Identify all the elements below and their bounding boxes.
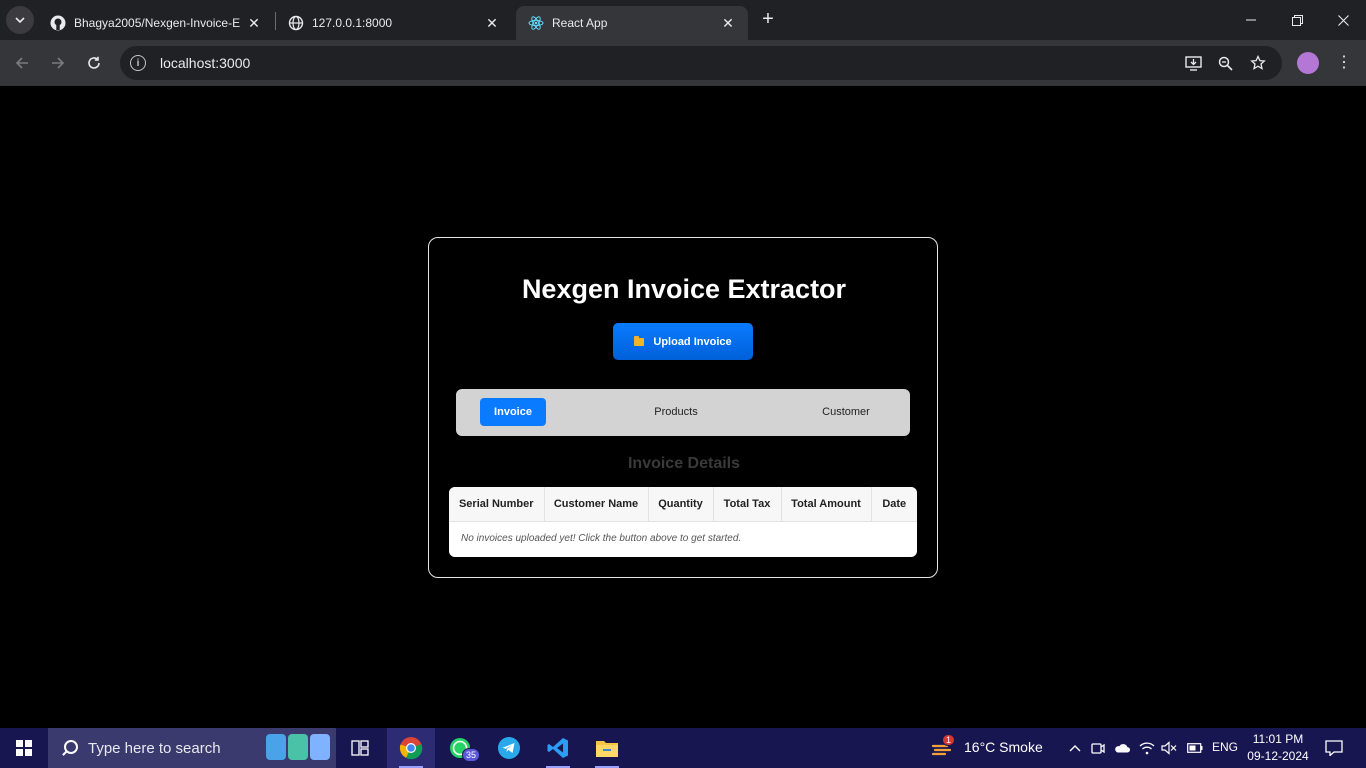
profile-avatar[interactable] xyxy=(1297,52,1319,74)
chevron-down-icon xyxy=(15,17,25,23)
invoice-table: Serial Number Customer Name Quantity Tot… xyxy=(449,487,917,557)
taskbar-whatsapp[interactable]: 35 xyxy=(436,728,484,768)
windows-taskbar: Type here to search 35 1 16°C Smoke ENG … xyxy=(0,728,1366,768)
clock-time: 11:01 PM xyxy=(1252,732,1304,746)
restore-button[interactable] xyxy=(1274,0,1320,40)
taskbar-telegram[interactable] xyxy=(485,728,533,768)
start-button[interactable] xyxy=(0,728,48,768)
weather-alert-badge: 1 xyxy=(942,734,956,746)
minimize-icon xyxy=(1246,19,1256,21)
taskbar-search[interactable]: Type here to search xyxy=(48,728,336,768)
task-view-icon xyxy=(351,740,369,756)
folder-icon xyxy=(634,335,645,346)
upload-invoice-button[interactable]: Upload Invoice xyxy=(613,323,753,360)
bookmark-star-icon[interactable] xyxy=(1248,53,1268,73)
tab-search-button[interactable] xyxy=(6,6,34,34)
close-icon[interactable]: ✕ xyxy=(246,15,262,31)
browser-toolbar: i localhost:3000 ⋮ xyxy=(0,40,1366,86)
restore-icon xyxy=(1291,14,1303,26)
battery-icon[interactable] xyxy=(1187,740,1203,756)
new-tab-button[interactable]: + xyxy=(758,9,778,30)
page-title: Nexgen Invoice Extractor xyxy=(521,274,847,304)
chrome-icon xyxy=(399,737,423,760)
search-icon xyxy=(60,739,78,757)
table-header-row: Serial Number Customer Name Quantity Tot… xyxy=(449,487,917,522)
close-icon xyxy=(1337,14,1349,26)
tab-title: 127.0.0.1:8000 xyxy=(312,16,393,30)
empty-state-message: No invoices uploaded yet! Click the butt… xyxy=(461,532,742,544)
search-placeholder: Type here to search xyxy=(88,739,221,757)
unread-count-badge: 35 xyxy=(462,748,481,762)
weather-text[interactable]: 16°C Smoke xyxy=(964,739,1043,755)
arrow-right-icon xyxy=(52,57,65,69)
telegram-icon xyxy=(498,737,520,759)
taskbar-file-explorer[interactable] xyxy=(583,728,631,768)
tab-title: Bhagya2005/Nexgen-Invoice-Ex xyxy=(74,16,240,30)
address-url[interactable]: localhost:3000 xyxy=(160,55,250,71)
globe-icon xyxy=(288,15,304,31)
back-button[interactable] xyxy=(8,49,36,77)
system-clock[interactable]: 11:01 PM 09-12-2024 xyxy=(1240,731,1316,765)
input-language[interactable]: ENG xyxy=(1212,740,1238,754)
zoom-icon[interactable] xyxy=(1215,53,1235,73)
browser-tab-github[interactable]: Bhagya2005/Nexgen-Invoice-Ex ✕ xyxy=(38,6,274,40)
browser-tab-strip: Bhagya2005/Nexgen-Invoice-Ex ✕ 127.0.0.1… xyxy=(0,0,1366,40)
table-row: No invoices uploaded yet! Click the butt… xyxy=(449,521,917,555)
windows-logo-icon xyxy=(16,740,32,756)
folder-icon xyxy=(596,741,618,757)
install-app-icon[interactable] xyxy=(1183,53,1203,73)
clock-date: 09-12-2024 xyxy=(1247,749,1309,763)
taskbar-chrome[interactable] xyxy=(387,728,435,768)
site-info-icon[interactable]: i xyxy=(130,55,146,71)
section-tabs: Invoice Products Customer xyxy=(456,389,910,436)
notifications-icon[interactable] xyxy=(1325,739,1343,757)
forward-button[interactable] xyxy=(44,49,72,77)
weather-widget-icon[interactable]: 1 xyxy=(922,728,962,768)
react-icon xyxy=(528,15,544,31)
column-header-serial-number: Serial Number xyxy=(449,487,545,522)
section-heading: Invoice Details xyxy=(627,455,741,472)
column-header-total-tax: Total Tax xyxy=(713,487,782,522)
upload-invoice-label: Upload Invoice xyxy=(653,335,732,348)
column-header-total-amount: Total Amount xyxy=(781,487,872,522)
column-header-date: Date xyxy=(871,487,917,522)
address-bar[interactable]: i localhost:3000 xyxy=(120,46,1282,80)
taskbar-vscode[interactable] xyxy=(534,728,582,768)
page-viewport: Nexgen Invoice Extractor Upload Invoice … xyxy=(0,86,1366,728)
wifi-icon[interactable] xyxy=(1139,740,1155,756)
chevron-up-icon[interactable] xyxy=(1067,740,1083,756)
arrow-left-icon xyxy=(15,57,28,69)
close-icon[interactable]: ✕ xyxy=(484,15,500,31)
meet-now-icon[interactable] xyxy=(1090,740,1106,756)
tab-products[interactable]: Products xyxy=(636,398,716,426)
task-view-button[interactable] xyxy=(336,728,384,768)
browser-tab-react-app[interactable]: React App ✕ xyxy=(516,6,748,40)
search-highlight-image xyxy=(266,734,330,760)
more-menu-icon[interactable]: ⋮ xyxy=(1334,52,1354,74)
reload-button[interactable] xyxy=(80,49,108,77)
vscode-icon xyxy=(547,738,568,758)
column-header-quantity: Quantity xyxy=(648,487,714,522)
tab-customer[interactable]: Customer xyxy=(806,398,886,426)
tab-title: React App xyxy=(552,16,608,30)
tab-invoice[interactable]: Invoice xyxy=(480,398,546,426)
browser-tab-localhost-8000[interactable]: 127.0.0.1:8000 ✕ xyxy=(276,6,512,40)
onedrive-icon[interactable] xyxy=(1114,740,1130,756)
close-window-button[interactable] xyxy=(1320,0,1366,40)
close-icon[interactable]: ✕ xyxy=(720,15,736,31)
column-header-customer-name: Customer Name xyxy=(544,487,649,522)
github-icon xyxy=(50,15,66,31)
minimize-button[interactable] xyxy=(1228,0,1274,40)
speaker-muted-icon[interactable] xyxy=(1161,740,1177,756)
extractor-card: Nexgen Invoice Extractor Upload Invoice … xyxy=(428,237,938,578)
reload-icon xyxy=(88,56,100,69)
